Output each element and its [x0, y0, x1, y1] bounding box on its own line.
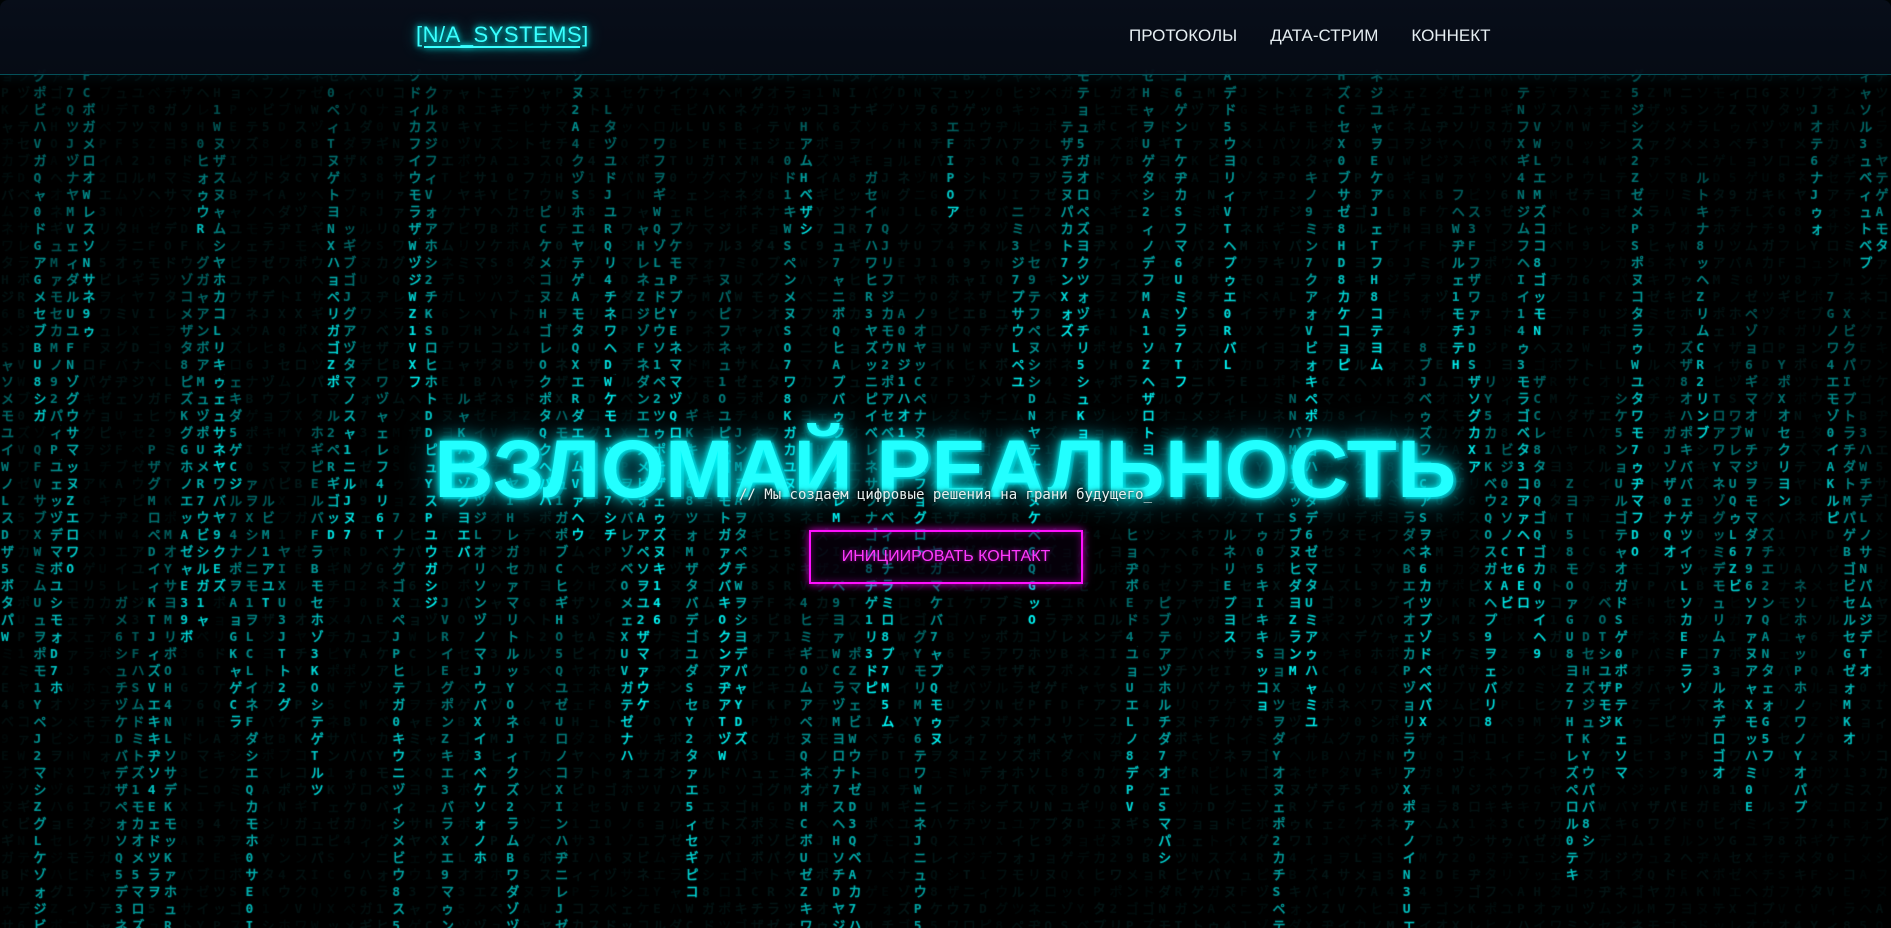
main-nav: ПРОТОКОЛЫ ДАТА-СТРИМ КОННЕКТ: [1129, 26, 1491, 46]
site-header: [N/A_SYSTEMS] ПРОТОКОЛЫ ДАТА-СТРИМ КОННЕ…: [0, 0, 1891, 75]
page: [N/A_SYSTEMS] ПРОТОКОЛЫ ДАТА-СТРИМ КОННЕ…: [0, 0, 1891, 928]
logo[interactable]: [N/A_SYSTEMS]: [416, 22, 589, 48]
nav-link-connect[interactable]: КОННЕКТ: [1411, 26, 1490, 46]
initiate-contact-button[interactable]: ИНИЦИИРОВАТЬ КОНТАКТ: [809, 530, 1083, 584]
nav-link-protocols[interactable]: ПРОТОКОЛЫ: [1129, 26, 1237, 46]
nav-link-data-stream[interactable]: ДАТА-СТРИМ: [1270, 26, 1378, 46]
hero-subtitle: // Мы создаем цифровые решения на грани …: [738, 487, 1152, 503]
hero-title: ВЗЛОМАЙ РЕАЛЬНОСТЬ: [434, 423, 1457, 515]
